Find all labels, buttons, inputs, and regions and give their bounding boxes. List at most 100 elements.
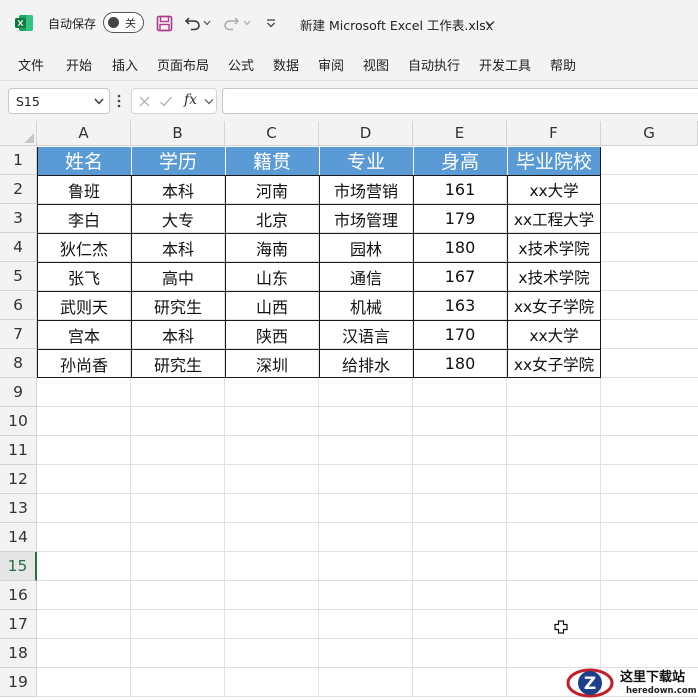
row-header-15[interactable]: 15: [0, 552, 37, 581]
table-cell[interactable]: xx女子学院: [507, 349, 601, 378]
column-header-c[interactable]: C: [225, 121, 319, 146]
tab-review[interactable]: 审阅: [318, 55, 344, 74]
table-cell[interactable]: 宫本: [37, 320, 131, 349]
row-header-19[interactable]: 19: [0, 668, 37, 697]
table-cell[interactable]: 167: [413, 262, 507, 291]
more-options-icon[interactable]: [116, 92, 122, 110]
table-cell[interactable]: x技术学院: [507, 233, 601, 262]
select-all-corner[interactable]: [0, 121, 37, 146]
redo-icon[interactable]: [222, 14, 240, 32]
table-cell[interactable]: 大专: [131, 204, 225, 233]
row-header-8[interactable]: 8: [0, 349, 37, 378]
tab-developer[interactable]: 开发工具: [479, 55, 531, 74]
tab-view[interactable]: 视图: [363, 55, 389, 74]
autosave-toggle[interactable]: 关: [103, 12, 144, 33]
table-cell[interactable]: 陕西: [225, 320, 319, 349]
redo-dropdown-icon[interactable]: [242, 14, 252, 32]
table-cell[interactable]: 本科: [131, 320, 225, 349]
table-cell[interactable]: 通信: [319, 262, 413, 291]
table-cell[interactable]: xx大学: [507, 320, 601, 349]
table-cell[interactable]: 李白: [37, 204, 131, 233]
tab-automate[interactable]: 自动执行: [408, 55, 460, 74]
table-cell[interactable]: xx女子学院: [507, 291, 601, 320]
tab-data[interactable]: 数据: [273, 55, 299, 74]
row-header-9[interactable]: 9: [0, 378, 37, 407]
table-header-cell[interactable]: 毕业院校: [507, 146, 601, 175]
customize-quick-access-icon[interactable]: [262, 14, 280, 32]
table-cell[interactable]: 市场管理: [319, 204, 413, 233]
table-cell[interactable]: 180: [413, 233, 507, 262]
row-header-6[interactable]: 6: [0, 291, 37, 320]
table-cell[interactable]: 河南: [225, 175, 319, 204]
table-cell[interactable]: 179: [413, 204, 507, 233]
row-header-3[interactable]: 3: [0, 204, 37, 233]
tab-page-layout[interactable]: 页面布局: [157, 55, 209, 74]
table-cell[interactable]: x技术学院: [507, 262, 601, 291]
spreadsheet-grid[interactable]: A B C D E F G 1 2 3 4 5 6 7 8 9 10 11 12 13 14 15 16 17 18 19 姓名 学历…: [0, 121, 698, 700]
column-header-a[interactable]: A: [37, 121, 131, 146]
table-cell[interactable]: 给排水: [319, 349, 413, 378]
table-cell[interactable]: 研究生: [131, 349, 225, 378]
table-cell[interactable]: 狄仁杰: [37, 233, 131, 262]
table-header-cell[interactable]: 姓名: [37, 146, 131, 175]
row-header-12[interactable]: 12: [0, 465, 37, 494]
table-cell[interactable]: 161: [413, 175, 507, 204]
table-cell[interactable]: 高中: [131, 262, 225, 291]
table-cell[interactable]: 机械: [319, 291, 413, 320]
column-header-e[interactable]: E: [413, 121, 507, 146]
table-cell[interactable]: 海南: [225, 233, 319, 262]
tab-formulas[interactable]: 公式: [228, 55, 254, 74]
table-cell[interactable]: 武则天: [37, 291, 131, 320]
table-header-cell[interactable]: 学历: [131, 146, 225, 175]
table-header-cell[interactable]: 身高: [413, 146, 507, 175]
column-header-g[interactable]: G: [601, 121, 698, 146]
file-title[interactable]: 新建 Microsoft Excel 工作表.xlsx: [300, 15, 493, 34]
name-box-dropdown-icon[interactable]: [93, 95, 105, 107]
table-cell[interactable]: 市场营销: [319, 175, 413, 204]
row-header-17[interactable]: 17: [0, 610, 37, 639]
table-header-cell[interactable]: 专业: [319, 146, 413, 175]
table-cell[interactable]: 163: [413, 291, 507, 320]
row-header-18[interactable]: 18: [0, 639, 37, 668]
row-header-14[interactable]: 14: [0, 523, 37, 552]
row-header-1[interactable]: 1: [0, 146, 37, 175]
row-header-16[interactable]: 16: [0, 581, 37, 610]
row-header-10[interactable]: 10: [0, 407, 37, 436]
column-header-f[interactable]: F: [507, 121, 601, 146]
row-header-11[interactable]: 11: [0, 436, 37, 465]
formula-input[interactable]: [222, 88, 698, 114]
row-header-5[interactable]: 5: [0, 262, 37, 291]
insert-function-icon[interactable]: fx: [184, 92, 197, 108]
table-cell[interactable]: 孙尚香: [37, 349, 131, 378]
title-dropdown-icon[interactable]: [483, 14, 497, 32]
tab-insert[interactable]: 插入: [112, 55, 138, 74]
table-cell[interactable]: 本科: [131, 175, 225, 204]
row-header-2[interactable]: 2: [0, 175, 37, 204]
save-icon[interactable]: [155, 14, 173, 32]
fx-dropdown-icon[interactable]: [204, 98, 214, 105]
column-header-b[interactable]: B: [131, 121, 225, 146]
table-cell[interactable]: 深圳: [225, 349, 319, 378]
tab-help[interactable]: 帮助: [550, 55, 576, 74]
name-box[interactable]: S15: [8, 88, 110, 114]
table-cell[interactable]: 本科: [131, 233, 225, 262]
undo-dropdown-icon[interactable]: [202, 14, 212, 32]
table-cell[interactable]: 汉语言: [319, 320, 413, 349]
table-cell[interactable]: 山西: [225, 291, 319, 320]
enter-check-icon[interactable]: [159, 95, 173, 108]
column-header-d[interactable]: D: [319, 121, 413, 146]
undo-icon[interactable]: [184, 14, 202, 32]
cancel-icon[interactable]: [138, 95, 151, 108]
row-header-7[interactable]: 7: [0, 320, 37, 349]
table-cell[interactable]: 鲁班: [37, 175, 131, 204]
table-cell[interactable]: 张飞: [37, 262, 131, 291]
row-header-4[interactable]: 4: [0, 233, 37, 262]
table-cell[interactable]: 170: [413, 320, 507, 349]
table-cell[interactable]: 180: [413, 349, 507, 378]
table-header-cell[interactable]: 籍贯: [225, 146, 319, 175]
table-cell[interactable]: 园林: [319, 233, 413, 262]
table-cell[interactable]: 北京: [225, 204, 319, 233]
table-cell[interactable]: 山东: [225, 262, 319, 291]
row-header-13[interactable]: 13: [0, 494, 37, 523]
table-cell[interactable]: xx工程大学: [507, 204, 601, 233]
